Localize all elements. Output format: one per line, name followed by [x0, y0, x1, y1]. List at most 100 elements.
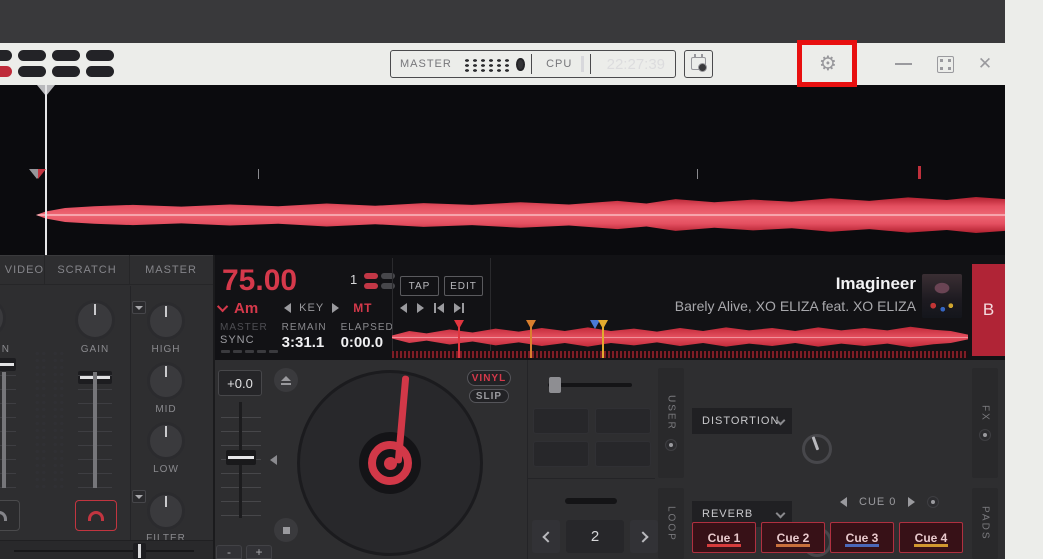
eject-button[interactable]: [274, 368, 298, 392]
cue-marker-orange[interactable]: [526, 320, 536, 358]
cue1-button[interactable]: Cue 1: [692, 522, 756, 553]
pitch-fader-handle[interactable]: [226, 450, 256, 465]
ch1-volume-fader[interactable]: [0, 358, 16, 371]
cue-bank-label: CUE 0: [859, 496, 897, 508]
cue-marker-yellow[interactable]: [598, 320, 608, 358]
eq-high-label: HIGH: [151, 344, 181, 355]
tab-scratch[interactable]: SCRATCH: [45, 255, 130, 284]
key-down-icon[interactable]: [284, 303, 292, 313]
ch2-headphone-button[interactable]: [75, 500, 117, 531]
maximize-icon: [936, 55, 954, 73]
skip-end-button[interactable]: [454, 303, 464, 313]
edit-button[interactable]: EDIT: [444, 276, 483, 296]
eq-high-dropdown-button[interactable]: [132, 301, 146, 314]
skip-start-button[interactable]: [434, 303, 444, 313]
loop-panel-strip[interactable]: LOOP: [658, 488, 684, 559]
logo-pill: [18, 66, 46, 77]
logo-pill: [86, 66, 114, 77]
album-art[interactable]: [922, 274, 962, 318]
fx-panel-strip[interactable]: FX: [972, 368, 998, 478]
phrase-tick: [258, 169, 259, 179]
minimize-button[interactable]: [888, 50, 918, 78]
move-back-icon[interactable]: [400, 303, 407, 313]
cue-tick-red: [918, 166, 921, 179]
cue4-button[interactable]: Cue 4: [899, 522, 963, 553]
jog-wheel[interactable]: [297, 370, 483, 556]
logo-pill: [86, 50, 114, 61]
annotation-highlight-rectangle: [797, 40, 857, 87]
loop-half-button[interactable]: [532, 520, 560, 553]
slip-mode-toggle[interactable]: SLIP: [469, 389, 509, 403]
crossfader-handle[interactable]: [133, 543, 146, 559]
key-up-icon[interactable]: [332, 303, 340, 313]
eq-low-label: LOW: [153, 464, 179, 475]
maximize-button[interactable]: [930, 50, 960, 78]
vu-meter-right: [52, 350, 65, 488]
time-displays: MASTER SYNC REMAIN 3:31.1 ELAPSED 0:00.0: [220, 322, 394, 351]
filter-knob[interactable]: [147, 492, 185, 530]
filter-dropdown-button[interactable]: [132, 490, 146, 503]
master-meter-group: MASTER CPU 22:27:39: [390, 50, 676, 78]
user-panel-strip[interactable]: USER: [658, 368, 684, 478]
key-value[interactable]: Am: [234, 300, 258, 317]
loop-length-value[interactable]: 2: [566, 520, 624, 553]
ch2-gain-knob[interactable]: [75, 300, 115, 340]
ch1-headphone-button[interactable]: [0, 500, 20, 531]
sync-label[interactable]: SYNC: [220, 334, 268, 346]
logo-pill: [52, 50, 80, 61]
app-logo: [0, 50, 114, 77]
eq-mid-knob[interactable]: [147, 362, 185, 400]
cue-marker-red[interactable]: [454, 320, 464, 358]
chevron-left-icon: [541, 530, 554, 543]
pad-button[interactable]: [533, 441, 589, 467]
stop-button[interactable]: [274, 518, 298, 542]
close-button[interactable]: ✕: [970, 50, 1000, 78]
pad-button[interactable]: [595, 441, 651, 467]
cue-bank-led[interactable]: [927, 496, 940, 508]
logo-pill-red: [0, 66, 12, 77]
master-meter-label: MASTER: [400, 58, 452, 70]
track-artist: Barely Alive, XO ELIZA feat. XO ELIZA: [674, 298, 916, 314]
tab-video[interactable]: VIDEO: [0, 255, 45, 284]
cue-bank-next-icon[interactable]: [908, 497, 916, 507]
ch2-gain-label: GAIN: [80, 344, 110, 355]
cue-marker-blue[interactable]: [590, 320, 600, 330]
vinyl-mode-toggle[interactable]: VINYL: [467, 370, 511, 386]
cue-bank-selector: CUE 0: [840, 496, 956, 508]
pitch-value[interactable]: +0.0: [218, 370, 262, 396]
eq-low-knob[interactable]: [147, 422, 185, 460]
pitch-plus-button[interactable]: +: [246, 545, 272, 559]
sync-block[interactable]: MASTER SYNC: [220, 322, 268, 351]
move-forward-icon[interactable]: [417, 303, 424, 313]
user-strip-label: USER: [665, 395, 677, 431]
loop-double-button[interactable]: [630, 520, 658, 553]
master-tempo-toggle[interactable]: MT: [353, 301, 372, 315]
loop-position-bar[interactable]: [565, 498, 617, 504]
pads-panel-strip[interactable]: PADS: [972, 488, 998, 559]
jog-center-dot: [383, 456, 397, 470]
divider: [392, 258, 393, 358]
chevron-down-icon: [775, 508, 786, 519]
eq-high-knob[interactable]: [147, 302, 185, 340]
cue3-button[interactable]: Cue 3: [830, 522, 894, 553]
fx-slot1-select[interactable]: DISTORTION: [692, 408, 792, 434]
elapsed-block[interactable]: ELAPSED 0:00.0: [341, 322, 394, 351]
bpm-display[interactable]: 75.00: [222, 264, 297, 298]
beat-marker-icon-red: [38, 169, 46, 179]
master-level-meter: [460, 56, 512, 72]
tap-button[interactable]: TAP: [400, 276, 439, 296]
cue2-button[interactable]: Cue 2: [761, 522, 825, 553]
scheduler-button[interactable]: [684, 50, 713, 78]
remain-value: 3:31.1: [281, 334, 325, 351]
pad-button[interactable]: [533, 408, 589, 434]
rhythm-waveform-area[interactable]: [0, 85, 1005, 255]
deck-b-badge[interactable]: B: [972, 264, 1005, 356]
cue-bank-prev-icon[interactable]: [840, 497, 847, 507]
video-transition-slider-handle[interactable]: [549, 377, 561, 393]
master-sync-label: MASTER: [220, 322, 268, 333]
remain-block[interactable]: REMAIN 3:31.1: [282, 322, 327, 351]
fx-slot1-knob[interactable]: [802, 434, 832, 464]
pitch-minus-button[interactable]: -: [216, 545, 242, 559]
pad-button[interactable]: [595, 408, 651, 434]
tab-master[interactable]: MASTER: [130, 255, 212, 284]
